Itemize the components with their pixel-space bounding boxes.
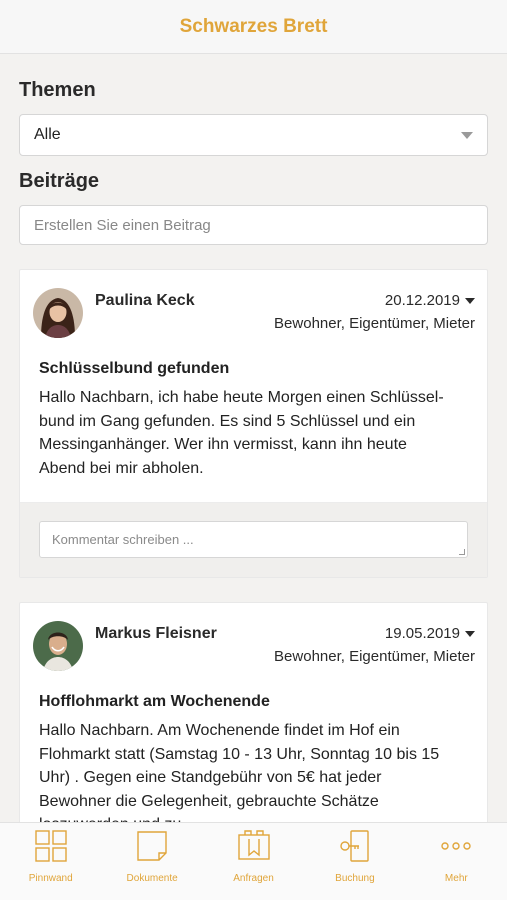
post-date: 19.05.2019 bbox=[384, 625, 460, 642]
post-date-dropdown[interactable]: 20.12.2019 bbox=[274, 292, 475, 309]
tab-pinnwand[interactable]: Pinnwand bbox=[0, 823, 101, 900]
post-title: Schlüsselbund gefunden bbox=[39, 360, 230, 377]
resize-handle-icon[interactable] bbox=[459, 549, 465, 555]
caret-down-icon bbox=[465, 297, 475, 304]
post-roles: Bewohner, Eigentümer, Mieter bbox=[274, 648, 475, 665]
caret-down-icon bbox=[465, 630, 475, 637]
folder-icon bbox=[237, 830, 270, 860]
create-post-input[interactable]: Erstellen Sie einen Beitrag bbox=[19, 205, 488, 245]
tab-label: Mehr bbox=[444, 873, 468, 884]
tab-mehr[interactable]: Mehr bbox=[406, 823, 507, 900]
comment-input[interactable]: Kommentar schreiben ... bbox=[39, 521, 468, 558]
tab-dokumente[interactable]: Dokumente bbox=[101, 823, 202, 900]
post-card: Markus Fleisner 19.05.2019 Bewohner, Eig… bbox=[19, 602, 488, 822]
post-author[interactable]: Markus Fleisner bbox=[95, 625, 217, 671]
post-text: Hallo Nachbarn. Am Wochenende findet im … bbox=[39, 722, 440, 822]
comment-section: Kommentar schreiben ... bbox=[20, 502, 487, 577]
tab-buchung[interactable]: Buchung bbox=[304, 823, 405, 900]
grid-icon bbox=[35, 830, 67, 862]
post-roles: Bewohner, Eigentümer, Mieter bbox=[274, 315, 475, 332]
comment-placeholder: Kommentar schreiben ... bbox=[52, 532, 194, 547]
create-post-placeholder: Erstellen Sie einen Beitrag bbox=[34, 216, 211, 234]
tab-label: Pinnwand bbox=[28, 873, 73, 884]
bottom-tab-bar: Pinnwand Dokumente Anfragen Buchung Mehr bbox=[0, 822, 507, 900]
main-content: Themen Alle Beiträge Erstellen Sie einen… bbox=[0, 55, 507, 822]
post-text: Hallo Nachbarn, ich habe heute Morgen ei… bbox=[39, 389, 444, 477]
tab-label: Buchung bbox=[335, 873, 375, 884]
tab-label: Anfragen bbox=[233, 873, 274, 884]
page-title: Schwarzes Brett bbox=[179, 15, 328, 37]
themen-heading: Themen bbox=[19, 79, 96, 101]
key-icon bbox=[340, 830, 369, 862]
post-date-dropdown[interactable]: 19.05.2019 bbox=[274, 625, 475, 642]
more-icon bbox=[441, 842, 472, 850]
post-meta: 20.12.2019 Bewohner, Eigentümer, Mieter bbox=[274, 292, 475, 332]
beitraege-heading: Beiträge bbox=[19, 170, 100, 192]
themen-select-value: Alle bbox=[34, 126, 61, 143]
document-icon bbox=[137, 831, 167, 861]
post-meta: 19.05.2019 Bewohner, Eigentümer, Mieter bbox=[274, 625, 475, 665]
tab-label: Dokumente bbox=[126, 873, 178, 884]
tab-anfragen[interactable]: Anfragen bbox=[203, 823, 304, 900]
avatar[interactable] bbox=[33, 621, 83, 671]
post-date: 20.12.2019 bbox=[384, 292, 460, 309]
avatar[interactable] bbox=[33, 288, 83, 338]
post-card: Paulina Keck 20.12.2019 Bewohner, Eigent… bbox=[19, 269, 488, 578]
chevron-down-icon bbox=[461, 131, 473, 139]
post-author[interactable]: Paulina Keck bbox=[95, 292, 195, 338]
app-header: Schwarzes Brett bbox=[0, 0, 507, 54]
themen-select[interactable]: Alle bbox=[19, 114, 488, 156]
post-title: Hofflohmarkt am Wochenende bbox=[39, 693, 270, 710]
